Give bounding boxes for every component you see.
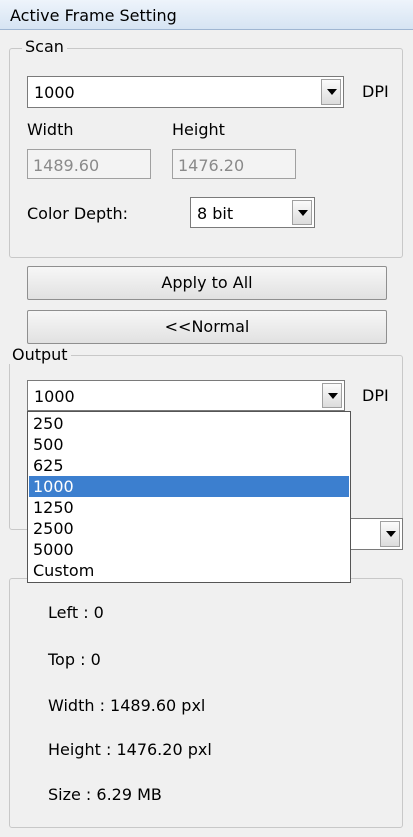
output-dpi-value: 1000 [34, 387, 75, 406]
color-depth-select[interactable]: 8 bit [190, 197, 315, 228]
dropdown-option[interactable]: 625 [29, 455, 349, 476]
chevron-down-icon[interactable] [321, 79, 341, 105]
dropdown-option[interactable]: 500 [29, 434, 349, 455]
scan-legend: Scan [22, 38, 67, 56]
info-left: Left : 0 [48, 603, 104, 622]
scan-dpi-select[interactable]: 1000 [27, 76, 344, 108]
output-dpi-dropdown-list[interactable]: 250 500 625 1000 1250 2500 5000 Custom [27, 411, 351, 583]
chevron-down-icon[interactable] [380, 521, 400, 547]
info-top: Top : 0 [48, 650, 101, 669]
window-title: Active Frame Setting [0, 0, 413, 30]
scan-dpi-value: 1000 [34, 83, 75, 102]
color-depth-label: Color Depth: [27, 204, 128, 223]
scan-width-label: Width [27, 120, 74, 139]
dropdown-option[interactable]: 1250 [29, 497, 349, 518]
output-legend: Output [9, 346, 71, 364]
scan-height-label: Height [172, 120, 225, 139]
scan-dpi-unit: DPI [362, 82, 389, 101]
scan-width-field: 1489.60 [27, 149, 151, 179]
dropdown-option[interactable]: Custom [29, 560, 349, 581]
apply-to-all-button[interactable]: Apply to All [27, 266, 387, 300]
dropdown-option-selected[interactable]: 1000 [29, 476, 349, 497]
normal-button[interactable]: <<Normal [27, 310, 387, 344]
scan-height-field: 1476.20 [172, 149, 296, 179]
output-dpi-select[interactable]: 1000 [27, 380, 345, 411]
info-width: Width : 1489.60 pxl [48, 696, 206, 715]
info-height: Height : 1476.20 pxl [48, 740, 212, 759]
output-dpi-unit: DPI [362, 386, 389, 405]
color-depth-value: 8 bit [197, 204, 234, 223]
dropdown-option[interactable]: 250 [29, 413, 349, 434]
chevron-down-icon[interactable] [292, 200, 312, 225]
info-size: Size : 6.29 MB [48, 785, 162, 804]
dropdown-option[interactable]: 5000 [29, 539, 349, 560]
chevron-down-icon[interactable] [322, 383, 342, 408]
dropdown-option[interactable]: 2500 [29, 518, 349, 539]
